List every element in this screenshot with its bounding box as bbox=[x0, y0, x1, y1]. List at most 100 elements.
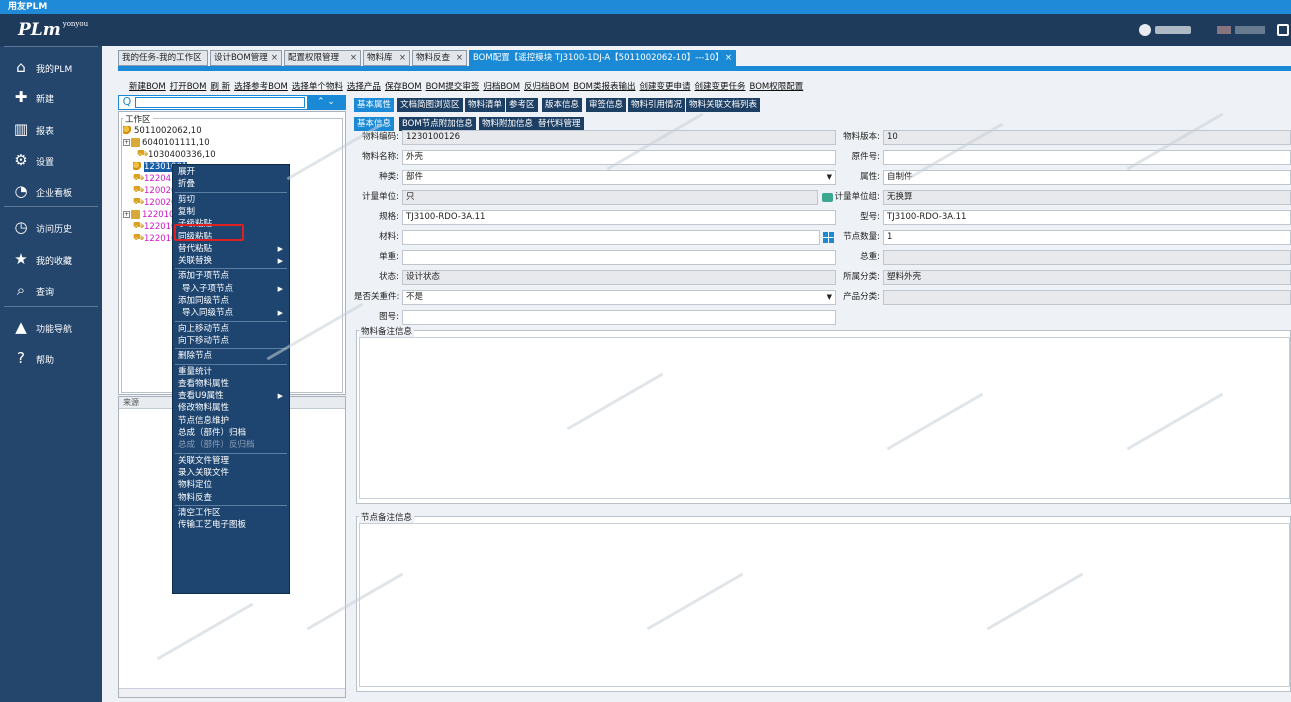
toolbar-link-6[interactable]: 保存BOM bbox=[385, 82, 422, 92]
tab-4[interactable]: 物料反查 × bbox=[412, 50, 467, 66]
menu-item-0[interactable]: 展开 bbox=[173, 166, 289, 178]
sidebar-item-9[interactable]: ? 帮助 bbox=[0, 345, 102, 371]
toolbar-link-7[interactable]: BOM提交审签 bbox=[426, 82, 480, 92]
menu-item-13[interactable]: 导入同级节点 ▶ bbox=[173, 307, 289, 319]
tree-node[interactable]: 5011002062,10 bbox=[123, 126, 202, 137]
menu-item-5[interactable]: 子级粘贴 bbox=[173, 218, 289, 230]
subtab-1[interactable]: 文档简图浏览区 bbox=[397, 98, 463, 112]
subtab2-3[interactable]: 替代料管理 bbox=[535, 117, 584, 131]
menu-item-23[interactable]: 修改物料属性 bbox=[173, 402, 289, 414]
menu-item-8[interactable]: 关联替换 ▶ bbox=[173, 255, 289, 267]
menu-item-22[interactable]: 查看U9属性 ▶ bbox=[173, 390, 289, 402]
subtab-0[interactable]: 基本属性 bbox=[354, 98, 395, 112]
close-icon[interactable]: × bbox=[350, 51, 357, 65]
subtab-7[interactable]: 物料关联文档列表 bbox=[686, 98, 761, 112]
toolbar-link-5[interactable]: 选择产品 bbox=[347, 82, 381, 92]
toolbar-link-10[interactable]: BOM类报表输出 bbox=[573, 82, 635, 92]
field-input-left-6[interactable] bbox=[402, 250, 836, 265]
sidebar-item-label: 我的PLM bbox=[36, 65, 73, 75]
field-input-right-2[interactable]: 自制件 bbox=[883, 170, 1291, 185]
menu-item-29[interactable]: 录入关联文件 bbox=[173, 467, 289, 479]
toolbar-link-0[interactable]: 新建BOM bbox=[129, 82, 166, 92]
subtab2-2[interactable]: 物料附加信息 bbox=[479, 117, 537, 131]
tree-expander[interactable]: + bbox=[123, 211, 130, 218]
toolbar-link-2[interactable]: 刷 新 bbox=[210, 82, 230, 92]
subtab2-0[interactable]: 基本信息 bbox=[354, 117, 395, 131]
tree-node[interactable]: +6040101111,10 bbox=[123, 138, 210, 149]
sidebar-item-8[interactable]: ▲ 功能导航 bbox=[0, 314, 102, 340]
subtab-4[interactable]: 版本信息 bbox=[542, 98, 583, 112]
tree-expander[interactable]: + bbox=[123, 139, 130, 146]
toolbar-link-11[interactable]: 创建变更申请 bbox=[639, 82, 690, 92]
menu-item-16[interactable]: 向下移动节点 bbox=[173, 335, 289, 347]
menu-item-15[interactable]: 向上移动节点 bbox=[173, 323, 289, 335]
tree-node[interactable]: ⛟1030400336,10 bbox=[137, 150, 216, 161]
menu-item-20[interactable]: 重量统计 bbox=[173, 366, 289, 378]
toolbar-link-9[interactable]: 反归档BOM bbox=[524, 82, 569, 92]
menu-item-30[interactable]: 物料定位 bbox=[173, 479, 289, 491]
sidebar-item-0[interactable]: ⌂ 我的PLM bbox=[0, 54, 102, 80]
toolbar-link-3[interactable]: 选择参考BOM bbox=[234, 82, 288, 92]
menu-item-4[interactable]: 复制 bbox=[173, 206, 289, 218]
field-input-left-2[interactable]: 部件 ▼ bbox=[402, 170, 836, 185]
sidebar-item-4[interactable]: ◔ 企业看板 bbox=[0, 178, 102, 204]
field-input-right-1[interactable] bbox=[883, 150, 1291, 165]
menu-item-25[interactable]: 总成（部件）归档 bbox=[173, 427, 289, 439]
search-icon[interactable]: Q bbox=[120, 96, 134, 109]
menu-item-7[interactable]: 替代粘贴 ▶ bbox=[173, 243, 289, 255]
close-icon[interactable]: × bbox=[271, 51, 278, 65]
menu-item-31[interactable]: 物料反查 bbox=[173, 492, 289, 504]
tab-2[interactable]: 配置权限管理 × bbox=[284, 50, 361, 66]
search-input[interactable] bbox=[135, 97, 305, 108]
subtab-3[interactable]: 参考区 bbox=[506, 98, 538, 112]
toolbar-link-8[interactable]: 归档BOM bbox=[483, 82, 520, 92]
field-input-left-9[interactable] bbox=[402, 310, 836, 325]
tab-3[interactable]: 物料库 × bbox=[363, 50, 410, 66]
toolbar-link-12[interactable]: 创建变更任务 bbox=[695, 82, 746, 92]
menu-item-18[interactable]: 删除节点 bbox=[173, 350, 289, 362]
menu-item-3[interactable]: 剪切 bbox=[173, 194, 289, 206]
user-area[interactable] bbox=[1131, 22, 1291, 38]
exit-icon[interactable] bbox=[1277, 24, 1289, 36]
sidebar-item-5[interactable]: ◷ 访问历史 bbox=[0, 214, 102, 240]
toolbar-link-4[interactable]: 选择单个物料 bbox=[292, 82, 343, 92]
user-icon[interactable] bbox=[1139, 24, 1151, 36]
sidebar-item-2[interactable]: ▥ 报表 bbox=[0, 116, 102, 142]
close-icon[interactable]: × bbox=[456, 51, 463, 65]
tab-1[interactable]: 设计BOM管理 × bbox=[210, 50, 282, 66]
field-input-left-5[interactable] bbox=[402, 230, 820, 245]
subtab2-1[interactable]: BOM节点附加信息 bbox=[399, 117, 476, 131]
menu-item-6[interactable]: 同级粘贴 bbox=[173, 231, 289, 243]
menu-item-34[interactable]: 传输工艺电子图板 bbox=[173, 519, 289, 531]
menu-item-12[interactable]: 添加同级节点 bbox=[173, 295, 289, 307]
menu-item-28[interactable]: 关联文件管理 bbox=[173, 455, 289, 467]
menu-item-10[interactable]: 添加子项节点 bbox=[173, 270, 289, 282]
menu-item-24[interactable]: 节点信息维护 bbox=[173, 415, 289, 427]
subtab-5[interactable]: 审签信息 bbox=[586, 98, 627, 112]
field-input-right-4[interactable]: TJ3100-RDO-3A.11 bbox=[883, 210, 1291, 225]
subtab-6[interactable]: 物料引用情况 bbox=[628, 98, 686, 112]
tab-5[interactable]: BOM配置【遥控模块 TJ3100-1DJ-A【5011002062-10】--… bbox=[469, 50, 736, 66]
toolbar-link-13[interactable]: BOM权限配置 bbox=[750, 82, 804, 92]
subtab-2[interactable]: 物料清单 bbox=[465, 98, 506, 112]
horizontal-scrollbar[interactable] bbox=[119, 688, 345, 697]
menu-item-21[interactable]: 查看物料属性 bbox=[173, 378, 289, 390]
close-icon[interactable]: × bbox=[725, 51, 732, 65]
material-remark-textarea[interactable] bbox=[359, 337, 1290, 499]
menu-item-1[interactable]: 折叠 bbox=[173, 178, 289, 190]
sidebar-item-7[interactable]: ⌕ 查询 bbox=[0, 277, 102, 303]
field-input-left-4[interactable]: TJ3100-RDO-3A.11 bbox=[402, 210, 836, 225]
toolbar-link-1[interactable]: 打开BOM bbox=[170, 82, 207, 92]
menu-item-11[interactable]: 导入子项节点 ▶ bbox=[173, 283, 289, 295]
search-nav-buttons[interactable]: ⌃ ⌄ bbox=[307, 96, 345, 109]
node-remark-textarea[interactable] bbox=[359, 523, 1290, 687]
sidebar-item-6[interactable]: ★ 我的收藏 bbox=[0, 246, 102, 272]
tab-0[interactable]: 我的任务-我的工作区 bbox=[118, 50, 208, 66]
sidebar-item-3[interactable]: ⚙ 设置 bbox=[0, 147, 102, 173]
close-icon[interactable]: × bbox=[399, 51, 406, 65]
sidebar-item-1[interactable]: ✚ 新建 bbox=[0, 84, 102, 110]
field-input-left-1[interactable]: 外壳 bbox=[402, 150, 836, 165]
field-input-left-8[interactable]: 不是 ▼ bbox=[402, 290, 836, 305]
menu-item-33[interactable]: 清空工作区 bbox=[173, 507, 289, 519]
field-input-right-5[interactable]: 1 bbox=[883, 230, 1291, 245]
